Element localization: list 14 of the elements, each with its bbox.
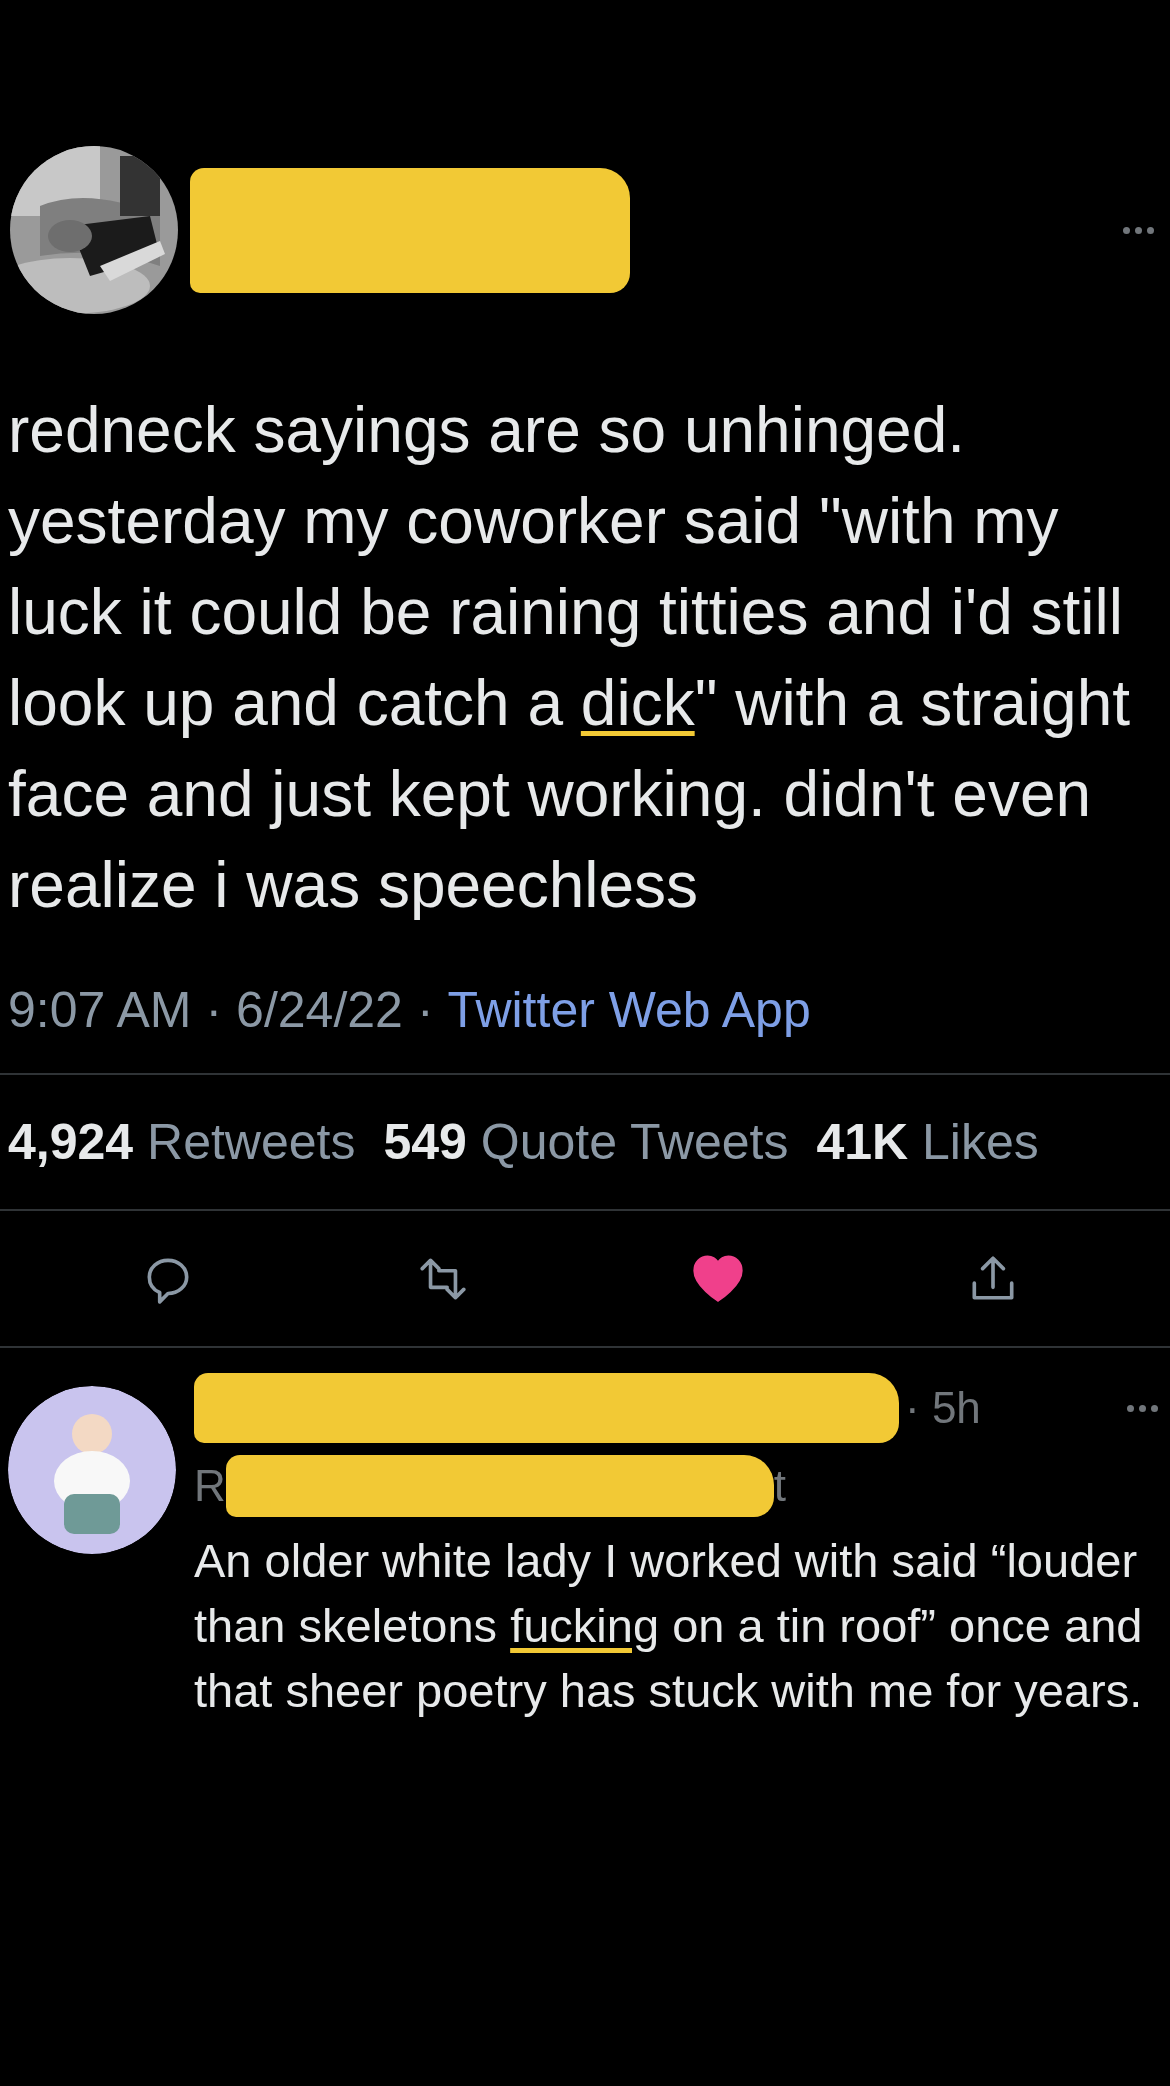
separator-dot: · [416, 981, 434, 1039]
source-link[interactable]: Twitter Web App [447, 981, 811, 1039]
handle-end: t [773, 1461, 786, 1511]
avatar-figure-icon[interactable] [8, 1386, 176, 1554]
tweet-text: redneck sayings are so unhinged. yesterday my coworker said "with my luck it could be raining titties and i'd still look up and catch a dick" with a straight face and just kept working. didn't even realize i was speechless [8, 393, 1131, 923]
tweet-date: 6/24/22 [236, 981, 403, 1039]
reply-text: An older white lady I worked with said “louder than skeletons fucking on a tin roof” once and that sheer poetry has stuck with me for years. [194, 1533, 1144, 1719]
tweet-time: 9:07 AM [8, 981, 192, 1039]
separator-dot: · [205, 981, 223, 1039]
reply-time: · 5h [905, 1383, 981, 1433]
stat-link[interactable]: 4,924 Retweets [8, 1113, 356, 1171]
stat-link[interactable]: 549 Quote Tweets [383, 1113, 789, 1171]
stat-link[interactable]: 41K Likes [816, 1113, 1039, 1171]
handle-start: R [194, 1461, 226, 1511]
